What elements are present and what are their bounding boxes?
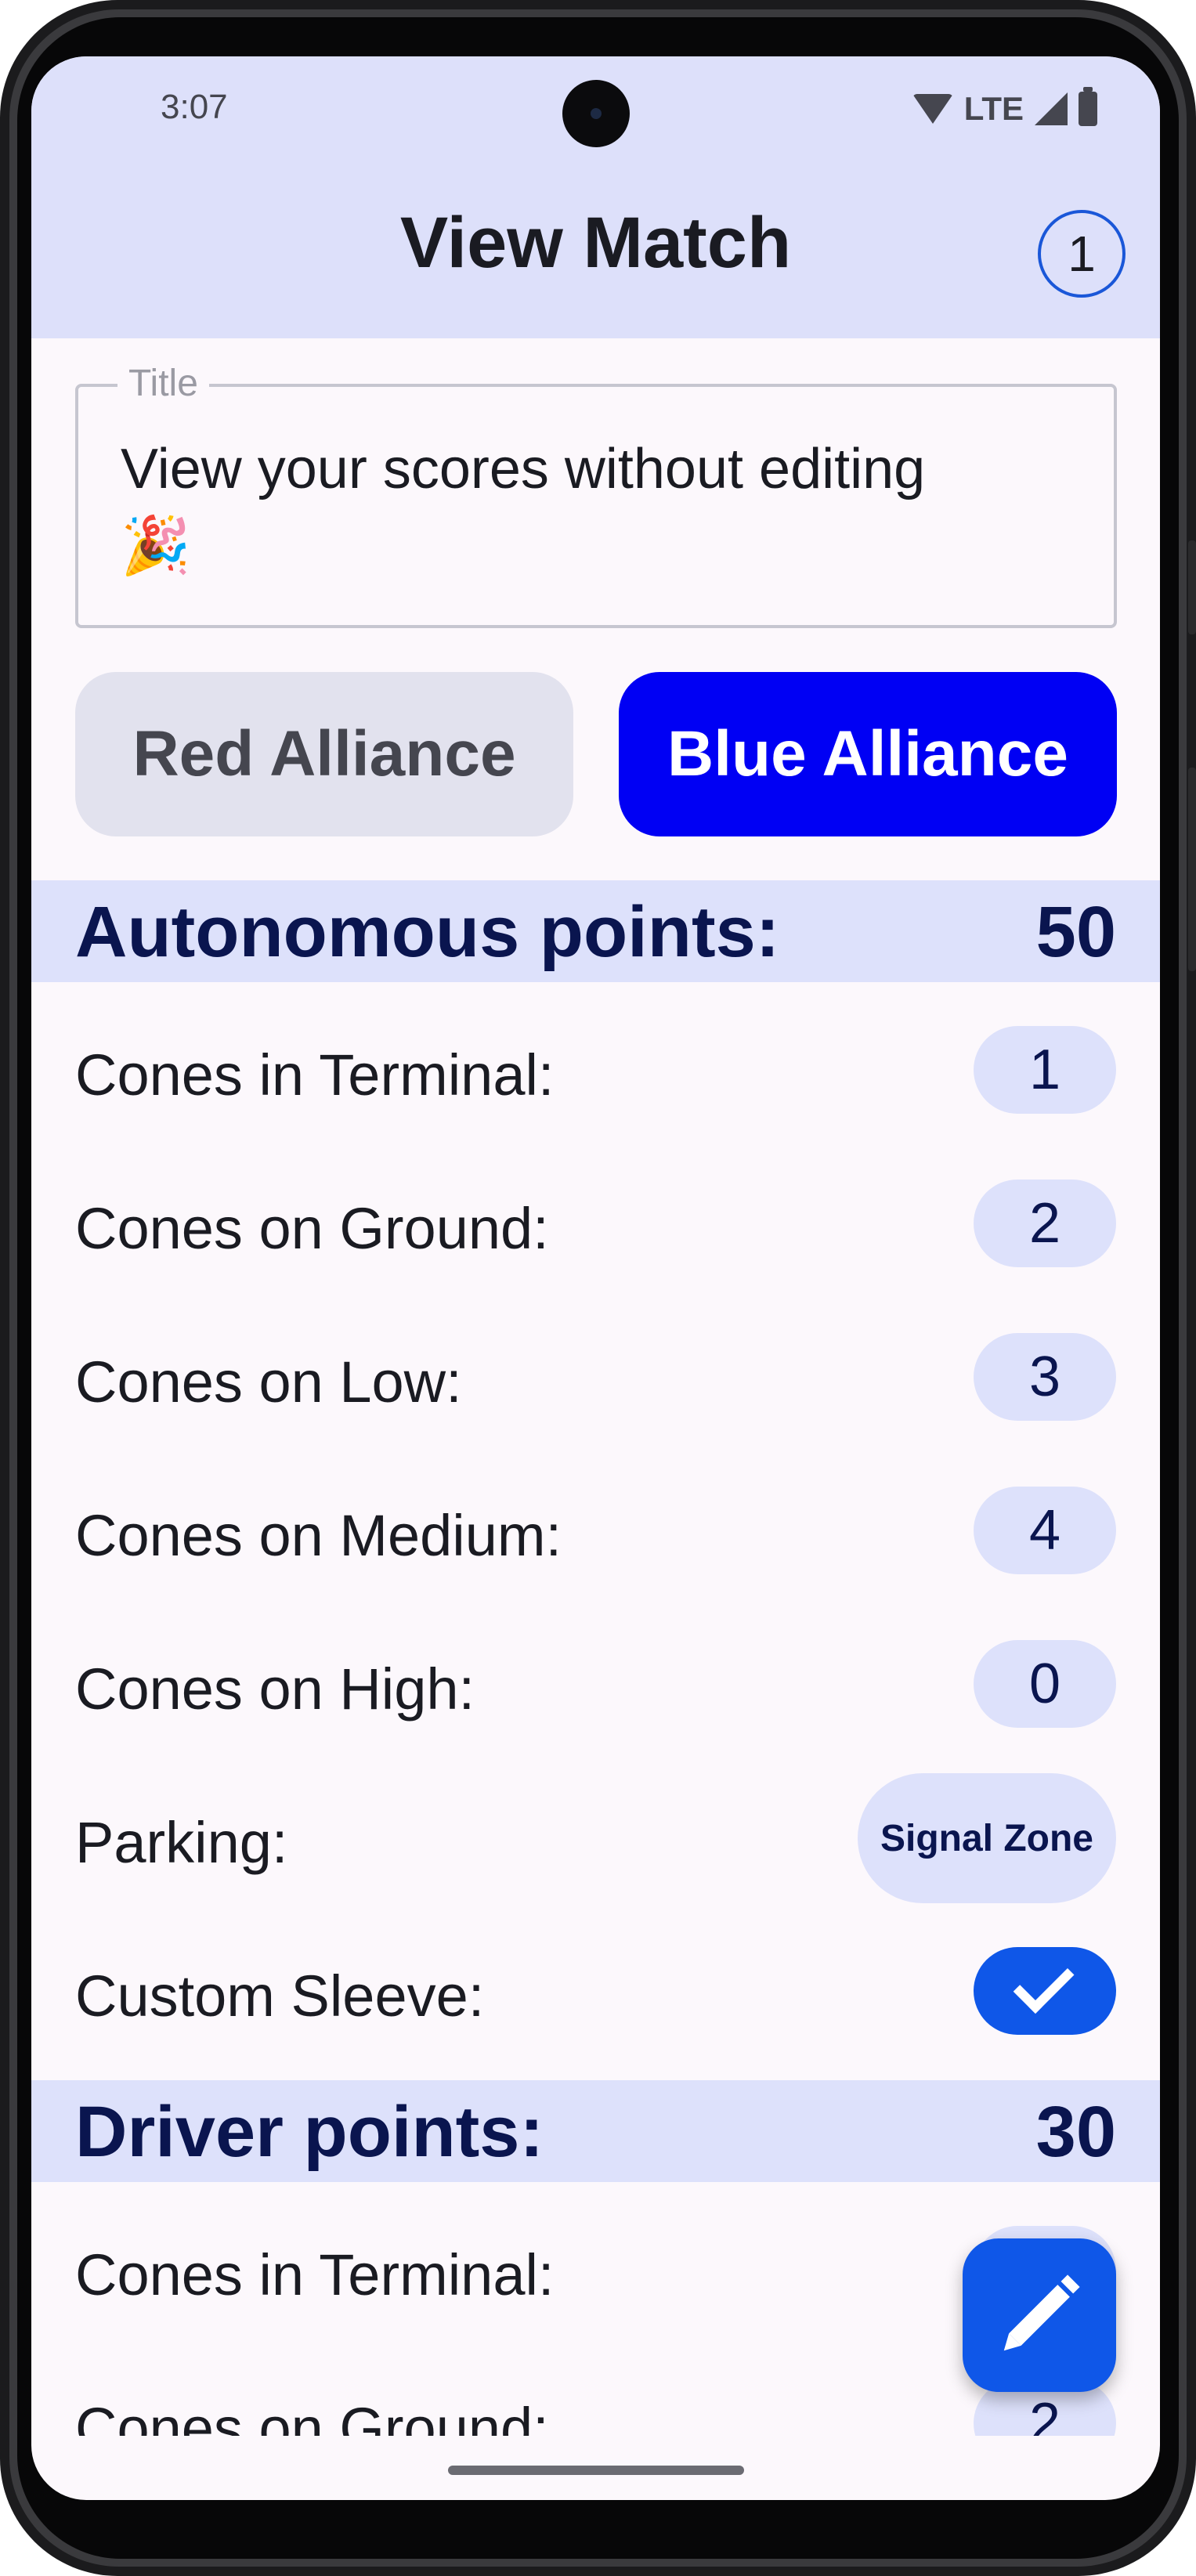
- power-button: [1188, 768, 1196, 971]
- title-field[interactable]: Title View your scores without editing 🎉: [75, 362, 1117, 628]
- home-indicator[interactable]: [448, 2466, 744, 2475]
- screen: 3:07 LTE View Match 1 Title View your sc…: [31, 56, 1160, 2500]
- content-area: 3:07 LTE View Match 1 Title View your sc…: [31, 56, 1160, 2436]
- edit-pencil-icon: [1009, 2285, 1070, 2346]
- autonomous-row-cones-high: Cones on High: 0: [31, 1624, 1160, 1742]
- row-label: Cones on Ground:: [75, 2396, 549, 2436]
- top-app-bar: 3:07 LTE View Match 1: [31, 56, 1160, 338]
- autonomous-points-total: 50: [1035, 892, 1116, 972]
- phone-frame: 3:07 LTE View Match 1 Title View your sc…: [0, 0, 1196, 2576]
- value-chip: 3: [974, 1333, 1116, 1421]
- title-field-value: View your scores without editing 🎉: [121, 431, 1082, 584]
- value-chip: 1: [974, 1026, 1116, 1114]
- driver-points-total: 30: [1035, 2092, 1116, 2172]
- row-label: Parking:: [75, 1810, 288, 1875]
- red-alliance-button[interactable]: Red Alliance: [75, 672, 573, 836]
- blue-alliance-button[interactable]: Blue Alliance: [619, 672, 1117, 836]
- driver-section-title: Driver points:: [75, 2092, 544, 2172]
- page-title: View Match: [399, 203, 792, 283]
- cellular-signal-icon: [1035, 92, 1068, 125]
- row-label: Cones on Low:: [75, 1349, 462, 1414]
- autonomous-section-title: Autonomous points:: [75, 892, 780, 972]
- custom-sleeve-checkbox: [974, 1947, 1116, 2035]
- camera-cutout: [562, 80, 630, 147]
- parking-chip: Signal Zone: [858, 1773, 1116, 1903]
- party-popper-icon: 🎉: [121, 515, 191, 577]
- title-text: View your scores without editing: [121, 438, 926, 500]
- value-chip: 4: [974, 1487, 1116, 1574]
- wifi-icon: [912, 94, 953, 124]
- row-label: Cones on Ground:: [75, 1196, 549, 1261]
- status-time: 3:07: [161, 88, 228, 126]
- status-icons: LTE: [912, 87, 1097, 128]
- autonomous-row-cones-low: Cones on Low: 3: [31, 1317, 1160, 1435]
- value-chip: 2: [974, 1180, 1116, 1267]
- title-field-label: Title: [117, 362, 209, 405]
- edit-button[interactable]: [963, 2238, 1116, 2392]
- battery-icon: [1079, 87, 1097, 126]
- autonomous-section-header: Autonomous points: 50: [31, 880, 1160, 982]
- autonomous-row-custom-sleeve: Custom Sleeve:: [31, 1931, 1160, 2049]
- row-label: Cones on Medium:: [75, 1503, 562, 1568]
- driver-section-header: Driver points: 30: [31, 2080, 1160, 2182]
- autonomous-row-parking: Parking: Signal Zone: [31, 1773, 1160, 1903]
- network-type: LTE: [963, 90, 1024, 127]
- volume-button: [1188, 540, 1196, 634]
- checkmark-icon: [1013, 1953, 1075, 2014]
- row-label: Cones in Terminal:: [75, 2242, 555, 2307]
- row-label: Cones on High:: [75, 1657, 475, 1722]
- value-chip: 0: [974, 1640, 1116, 1728]
- row-label: Cones in Terminal:: [75, 1042, 555, 1107]
- autonomous-row-cones-medium: Cones on Medium: 4: [31, 1471, 1160, 1588]
- autonomous-row-cones-terminal: Cones in Terminal: 1: [31, 1010, 1160, 1128]
- match-number-badge[interactable]: 1: [1038, 210, 1126, 298]
- row-label: Custom Sleeve:: [75, 1964, 485, 2029]
- autonomous-row-cones-ground: Cones on Ground: 2: [31, 1164, 1160, 1281]
